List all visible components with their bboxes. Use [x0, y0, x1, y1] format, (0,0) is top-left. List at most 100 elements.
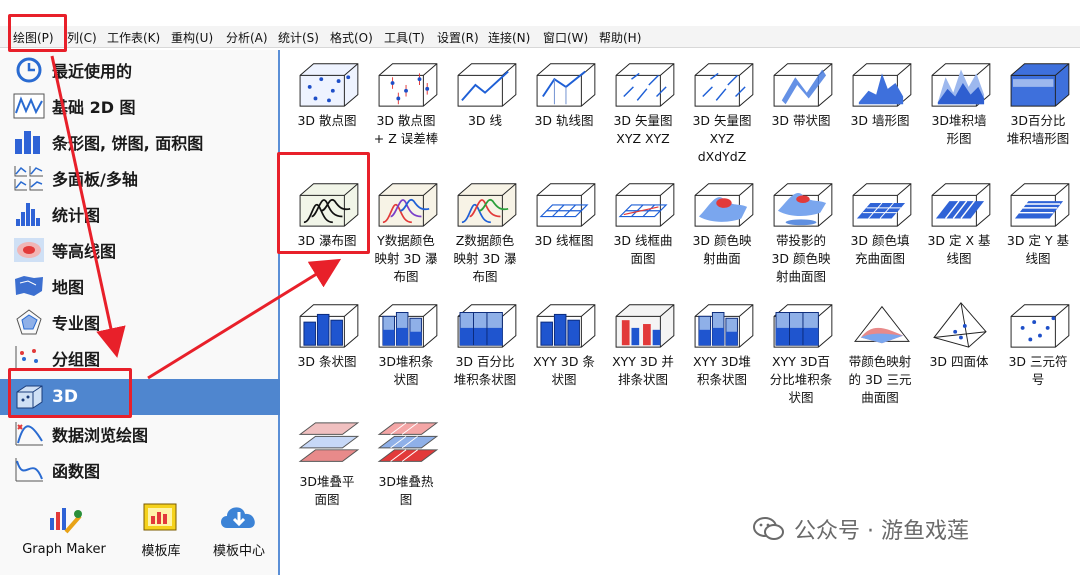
plot-type-tile[interactable]: 3D 线框曲 面图	[604, 172, 682, 292]
nav-contour[interactable]: 等高线图	[0, 232, 280, 268]
menu-tools[interactable]: 工具(T)	[384, 29, 425, 46]
menu-connect[interactable]: 连接(N)	[488, 29, 530, 46]
plot-type-tile[interactable]: 3D 散点图	[288, 52, 366, 172]
plot-type-tile[interactable]: 3D 颜色映 射曲面	[683, 172, 761, 292]
tile-label: 3D 三元符 号	[1008, 354, 1068, 387]
plot-type-gallery: 3D 散点图 3D 散点图 + Z 误差棒 3D 线 3D 轨线图 3D 矢量图 XYZ…	[284, 50, 1080, 575]
group-plot-icon	[15, 346, 43, 370]
clock-icon	[16, 57, 42, 83]
plot-type-tile[interactable]: 3D 带状图	[762, 52, 840, 172]
cloud-download-icon	[221, 507, 255, 528]
template-center-button[interactable]: 模板中心	[204, 498, 274, 559]
tile-label: 3D 百分比 堆积条状图	[453, 354, 517, 387]
plot-type-tile[interactable]: 3D堆叠平 面图	[288, 413, 366, 533]
nav-grouped[interactable]: 分组图	[0, 340, 280, 376]
plot-type-tile[interactable]: 3D 定 Y 基 线图	[999, 172, 1077, 292]
plot-type-tile[interactable]: 3D 线框图	[525, 172, 603, 292]
plot-type-tile[interactable]: 带投影的 3D 颜色映 射曲面图	[762, 172, 840, 292]
menu-statistics[interactable]: 统计(S)	[278, 29, 319, 46]
plot-type-tile[interactable]: 3D 散点图 + Z 误差棒	[367, 52, 445, 172]
plot-type-tile[interactable]: 3D 轨线图	[525, 52, 603, 172]
plot-type-tile[interactable]: XYY 3D 并 排条状图	[604, 293, 682, 413]
wall-3d-icon	[852, 63, 912, 107]
menu-plot[interactable]: 绘图(P)	[13, 29, 54, 46]
plot-type-tile[interactable]: XYY 3D 条 状图	[525, 293, 603, 413]
plot-type-tile[interactable]: 3D 条状图	[288, 293, 366, 413]
3d-box-icon	[16, 385, 43, 409]
plot-type-tile[interactable]: 3D 四面体	[920, 293, 998, 413]
wireframe-3d-icon	[536, 183, 596, 227]
graph-maker-button[interactable]: Graph Maker	[16, 502, 112, 557]
template-library-button[interactable]: 模板库	[128, 498, 194, 559]
menu-window[interactable]: 窗口(W)	[543, 29, 588, 46]
xyy-stacked-bars-icon	[694, 304, 754, 348]
plot-type-tile[interactable]: 3D百分比 堆积墙形图	[999, 52, 1077, 172]
nav-recent[interactable]: 最近使用的	[0, 52, 280, 88]
plot-type-tile[interactable]: XYY 3D百 分比堆积条 状图	[762, 293, 840, 413]
radar-icon	[16, 309, 42, 335]
plot-type-tile[interactable]: 带颜色映射 的 3D 三元 曲面图	[841, 293, 919, 413]
tile-label: 带投影的 3D 颜色映 射曲面图	[771, 233, 831, 284]
nav-bar-pie-area[interactable]: 条形图, 饼图, 面积图	[0, 124, 280, 160]
tile-label: XYY 3D堆 积条状图	[693, 354, 751, 387]
tile-label: 3D 带状图	[771, 113, 831, 128]
tile-label: 3D 定 Y 基 线图	[1006, 233, 1070, 266]
watermark-text: 公众号 · 游鱼戏莲	[794, 519, 969, 544]
wechat-icon	[753, 517, 784, 540]
tile-label: 3D 定 X 基 线图	[927, 233, 991, 266]
bars-3d-icon	[299, 304, 359, 348]
tile-label: 3D 条状图	[297, 354, 357, 369]
plot-type-tile[interactable]: 3D堆叠热 图	[367, 413, 445, 533]
plot-type-tile[interactable]: Z数据颜色 映射 3D 瀑 布图	[446, 172, 524, 292]
projected-surface-icon	[773, 183, 833, 227]
stacked-wall-icon	[931, 63, 991, 107]
color-fill-surface-icon	[852, 183, 912, 227]
menu-settings[interactable]: 设置(R)	[437, 29, 479, 46]
nav-specialized[interactable]: 专业图	[0, 304, 280, 340]
waterfall-y-color-icon	[378, 183, 438, 227]
plot-type-tile[interactable]: XYY 3D堆 积条状图	[683, 293, 761, 413]
nav-map[interactable]: 地图	[0, 268, 280, 304]
nav-data-explore[interactable]: 数据浏览绘图	[0, 416, 280, 452]
tile-label: 3D 线框图	[534, 233, 594, 248]
tile-label: 3D 矢量图 XYZ dXdYdZ	[692, 113, 752, 164]
plot-type-tile[interactable]: 3D 线	[446, 52, 524, 172]
menu-analysis[interactable]: 分析(A)	[226, 29, 268, 46]
nav-3d[interactable]: 3D	[0, 379, 280, 415]
tetrahedron-icon	[933, 302, 987, 348]
tile-label: 3D堆积墙 形图	[931, 113, 987, 146]
plot-type-tile[interactable]: 3D 定 X 基 线图	[920, 172, 998, 292]
nav-multi-panel[interactable]: 多面板/多轴	[0, 160, 280, 196]
menu-worksheet[interactable]: 工作表(K)	[107, 29, 160, 46]
wireframe-surface-icon	[615, 183, 675, 227]
plot-type-tile[interactable]: 3D 瀑布图	[288, 172, 366, 292]
template-library-icon	[143, 503, 177, 531]
plot-type-tile[interactable]: 3D 矢量图 XYZ dXdYdZ	[683, 52, 761, 172]
function-plot-icon	[15, 458, 43, 482]
multi-panel-icon	[14, 166, 43, 191]
plot-type-tile[interactable]: 3D堆积墙 形图	[920, 52, 998, 172]
waterfall-3d-icon	[299, 183, 359, 227]
tile-label: 带颜色映射 的 3D 三元 曲面图	[848, 354, 912, 405]
menu-format[interactable]: 格式(O)	[330, 29, 373, 46]
tile-label: 3D百分比 堆积墙形图	[1006, 113, 1070, 146]
plot-type-tile[interactable]: Y数据颜色 映射 3D 瀑 布图	[367, 172, 445, 292]
tile-label: XYY 3D百 分比堆积条 状图	[769, 354, 833, 405]
plot-type-tile[interactable]: 3D 百分比 堆积条状图	[446, 293, 524, 413]
plot-type-tile[interactable]: 3D 三元符 号	[999, 293, 1077, 413]
data-explore-icon	[15, 422, 43, 446]
plot-type-tile[interactable]: 3D 墙形图	[841, 52, 919, 172]
nav-function[interactable]: 函数图	[0, 452, 280, 488]
tile-label: Z数据颜色 映射 3D 瀑 布图	[453, 233, 517, 284]
menu-reshape[interactable]: 重构(U)	[171, 29, 213, 46]
y-baseline-icon	[1010, 183, 1070, 227]
menu-column[interactable]: 列(C)	[67, 29, 97, 46]
tile-label: 3D 颜色填 充曲面图	[850, 233, 910, 266]
plot-type-tile[interactable]: 3D堆积条 状图	[367, 293, 445, 413]
plot-type-tile[interactable]: 3D 矢量图 XYZ XYZ	[604, 52, 682, 172]
plot-type-tile[interactable]: 3D 颜色填 充曲面图	[841, 172, 919, 292]
nav-statistics[interactable]: 统计图	[0, 196, 280, 232]
tile-label: Y数据颜色 映射 3D 瀑 布图	[374, 233, 438, 284]
menu-help[interactable]: 帮助(H)	[599, 29, 641, 46]
nav-basic-2d[interactable]: 基础 2D 图	[0, 88, 280, 124]
